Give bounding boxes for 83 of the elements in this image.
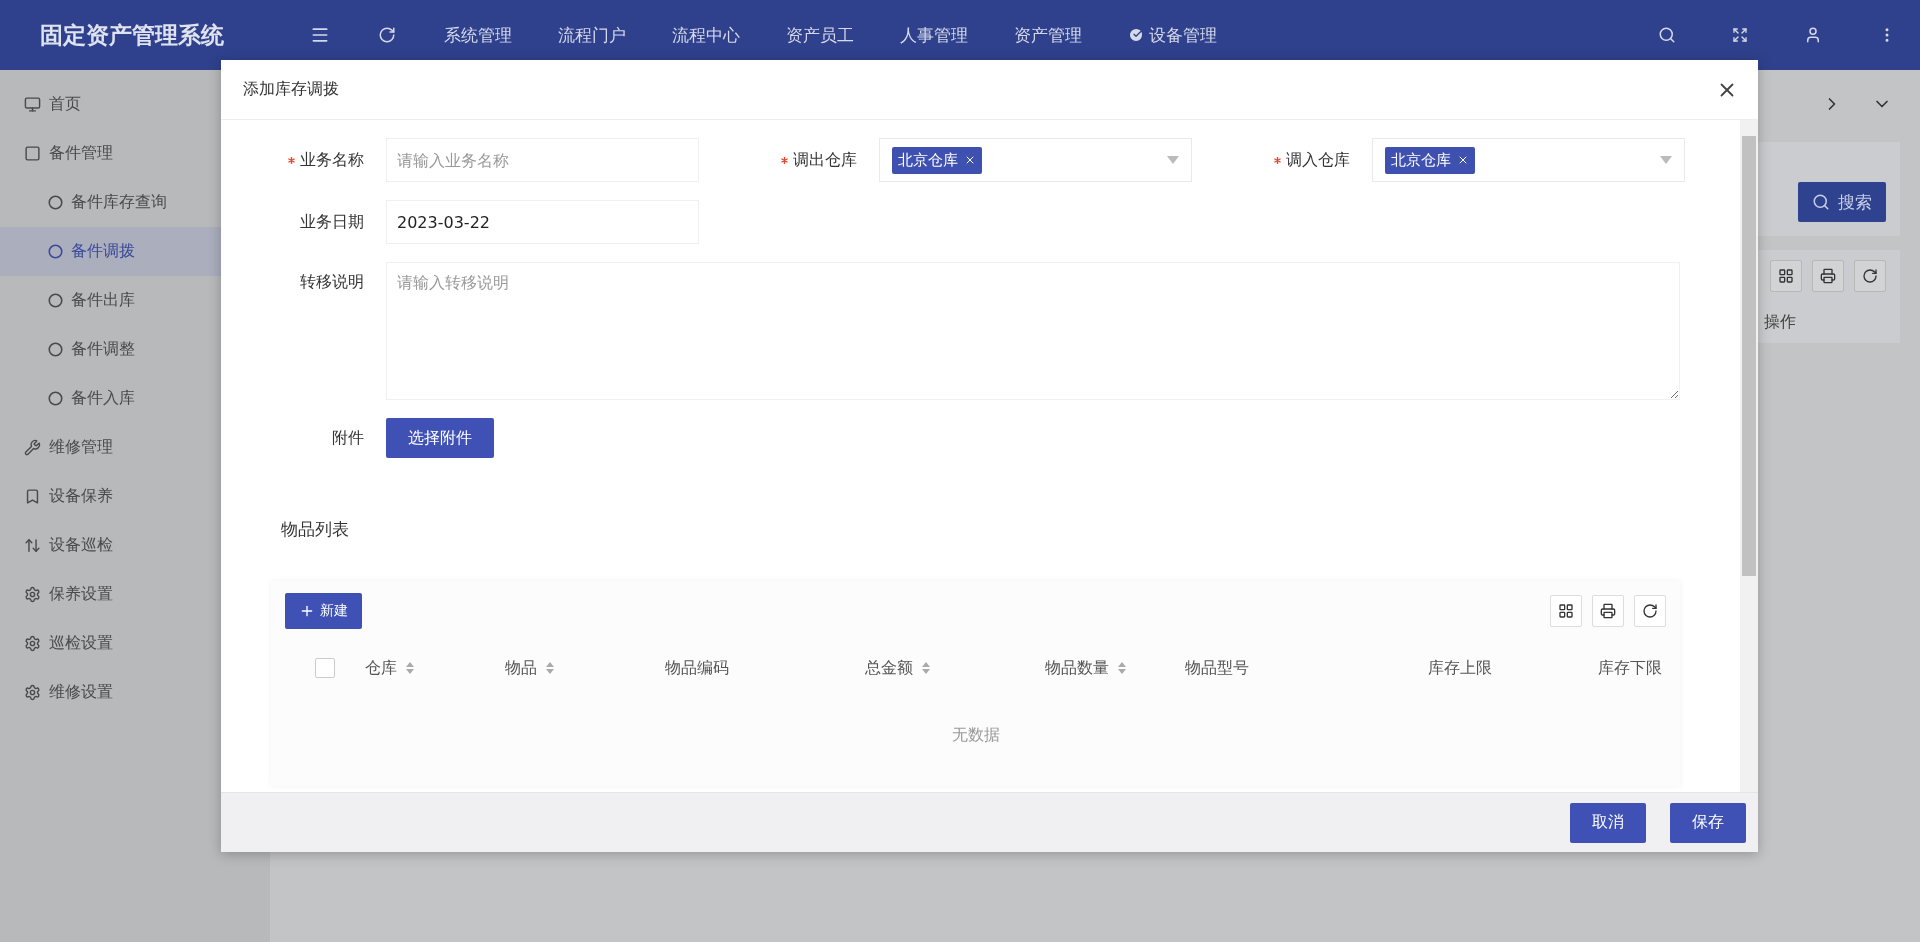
grid-icon xyxy=(1778,268,1794,284)
column-header[interactable]: 库存上限 xyxy=(1365,657,1555,679)
user-icon[interactable] xyxy=(1804,26,1822,44)
gear-icon xyxy=(24,586,41,603)
search-icon xyxy=(1812,193,1830,211)
nav-item[interactable]: 人事管理 xyxy=(900,23,968,47)
circle-icon xyxy=(48,342,63,357)
sidebar-item[interactable]: 保养设置 xyxy=(0,570,270,619)
field-label: 业务日期 xyxy=(299,211,365,233)
refresh-button[interactable] xyxy=(1634,595,1666,627)
plus-icon xyxy=(299,603,315,619)
nav-item[interactable]: 设备管理 xyxy=(1128,23,1217,47)
circle-icon xyxy=(48,293,63,308)
printer-icon xyxy=(1600,603,1616,619)
square-icon xyxy=(24,145,41,162)
choose-file-button[interactable]: 选择附件 xyxy=(386,418,494,458)
app-title: 固定资产管理系统 xyxy=(40,20,225,50)
search-button[interactable]: 搜索 xyxy=(1798,182,1886,222)
column-header[interactable]: 仓库 xyxy=(365,657,505,679)
print-button[interactable] xyxy=(1592,595,1624,627)
nav-item[interactable]: 资产管理 xyxy=(1014,23,1082,47)
nav-item[interactable]: 流程门户 xyxy=(558,23,626,47)
dialog-title: 添加库存调拨 xyxy=(243,79,339,100)
bookmark-icon xyxy=(24,488,41,505)
fullscreen-icon[interactable] xyxy=(1732,27,1748,43)
tag[interactable]: 北京仓库 xyxy=(1385,146,1475,174)
sidebar-item[interactable]: 备件调整 xyxy=(0,325,270,374)
sidebar-item[interactable]: 巡检设置 xyxy=(0,619,270,668)
tag[interactable]: 北京仓库 xyxy=(892,146,982,174)
new-button[interactable]: 新建 xyxy=(285,593,362,629)
sidebar-item[interactable]: 备件出库 xyxy=(0,276,270,325)
circle-icon xyxy=(48,195,63,210)
search-icon[interactable] xyxy=(1658,26,1676,44)
nav-item[interactable]: 流程中心 xyxy=(672,23,740,47)
sidebar-item[interactable]: 备件库存查询 xyxy=(0,178,270,227)
arrows-icon xyxy=(24,537,41,554)
nav-item[interactable]: 资产员工 xyxy=(786,23,854,47)
print-button[interactable] xyxy=(1812,260,1844,292)
refresh-button[interactable] xyxy=(1854,260,1886,292)
printer-icon xyxy=(1820,268,1836,284)
wrench-icon xyxy=(24,439,41,456)
field-label: 调出仓库 xyxy=(734,149,879,171)
scrollbar[interactable] xyxy=(1740,120,1758,792)
column-header[interactable]: 物品数量 xyxy=(1045,657,1185,679)
select-field[interactable]: 北京仓库 xyxy=(879,138,1192,182)
monitor-icon xyxy=(24,96,41,113)
column-header[interactable]: 物品 xyxy=(505,657,665,679)
save-button[interactable]: 保存 xyxy=(1670,802,1746,843)
columns-button[interactable] xyxy=(1550,595,1582,627)
nav-item[interactable]: 系统管理 xyxy=(444,23,512,47)
grid-icon xyxy=(1558,603,1574,619)
sidebar-item[interactable]: 维修设置 xyxy=(0,668,270,717)
column-header[interactable]: 库存下限 xyxy=(1555,657,1705,679)
text-area[interactable]: 请输入转移说明 xyxy=(386,262,1680,400)
empty-text: 无数据 xyxy=(950,724,1001,746)
field-label: 转移说明 xyxy=(299,271,365,293)
gear-icon xyxy=(24,635,41,652)
column-header[interactable]: 总金额 xyxy=(865,657,1045,679)
menu-icon[interactable] xyxy=(310,25,330,45)
close-icon[interactable] xyxy=(1457,154,1469,166)
circle-icon xyxy=(48,391,63,406)
column-header[interactable]: 物品型号 xyxy=(1185,657,1365,679)
circle-icon xyxy=(48,244,63,259)
sidebar-item[interactable]: 维修管理 xyxy=(0,423,270,472)
refresh-icon[interactable] xyxy=(378,26,396,44)
sidebar-item[interactable]: 设备巡检 xyxy=(0,521,270,570)
columns-button[interactable] xyxy=(1770,260,1802,292)
close-icon[interactable] xyxy=(964,154,976,166)
sidebar-item[interactable]: 备件入库 xyxy=(0,374,270,423)
column-header: 操作 xyxy=(1763,312,1797,333)
field-label: 附件 xyxy=(331,427,365,449)
section-title: 物品列表 xyxy=(280,518,350,541)
cancel-button[interactable]: 取消 xyxy=(1570,802,1646,843)
refresh-icon xyxy=(1642,603,1658,619)
input-field[interactable]: 2023-03-22 xyxy=(386,200,699,244)
sidebar-item[interactable]: 设备保养 xyxy=(0,472,270,521)
refresh-icon xyxy=(1862,268,1878,284)
column-header[interactable]: 物品编码 xyxy=(665,657,865,679)
gear-icon xyxy=(24,684,41,701)
field-label: 调入仓库 xyxy=(1227,149,1372,171)
select-field[interactable]: 北京仓库 xyxy=(1372,138,1685,182)
checkbox[interactable] xyxy=(315,658,335,678)
input-field[interactable]: 请输入业务名称 xyxy=(386,138,699,182)
